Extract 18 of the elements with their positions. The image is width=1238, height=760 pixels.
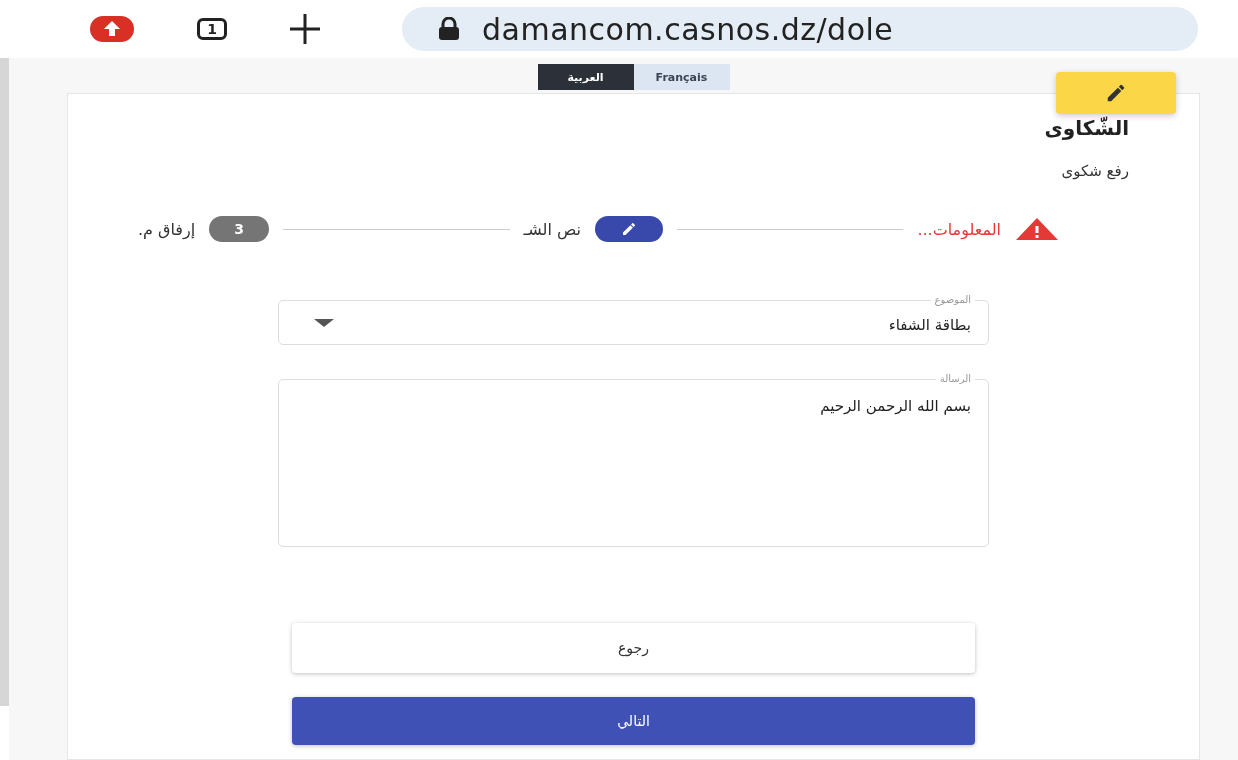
message-textarea[interactable]: الرسالة بسم الله الرحمن الرحيم — [278, 371, 989, 547]
subject-select[interactable]: الموضوع بطاقة الشفاء — [278, 292, 989, 345]
language-tab[interactable]: Français — [633, 64, 730, 90]
new-tab-icon[interactable] — [288, 12, 322, 46]
page-subtitle: رفع شكوى — [1061, 162, 1129, 180]
back-button[interactable]: رجوع — [292, 623, 975, 673]
language-tab[interactable]: العربية — [537, 64, 634, 90]
dropdown-caret-icon — [314, 318, 334, 327]
pencil-icon — [621, 221, 637, 237]
lock-icon — [438, 17, 460, 41]
page-title: الشّكاوى — [1044, 116, 1129, 140]
address-bar[interactable]: damancom.casnos.dz/dole — [402, 7, 1198, 51]
tab-count[interactable]: 1 — [197, 18, 227, 40]
step-label: المعلومات... — [917, 219, 1001, 239]
next-button[interactable]: التالي — [292, 697, 975, 745]
step-label: نص الشـ — [523, 219, 581, 239]
step-number: 3 — [209, 216, 270, 242]
step-label: إرفاق م. — [138, 219, 196, 239]
